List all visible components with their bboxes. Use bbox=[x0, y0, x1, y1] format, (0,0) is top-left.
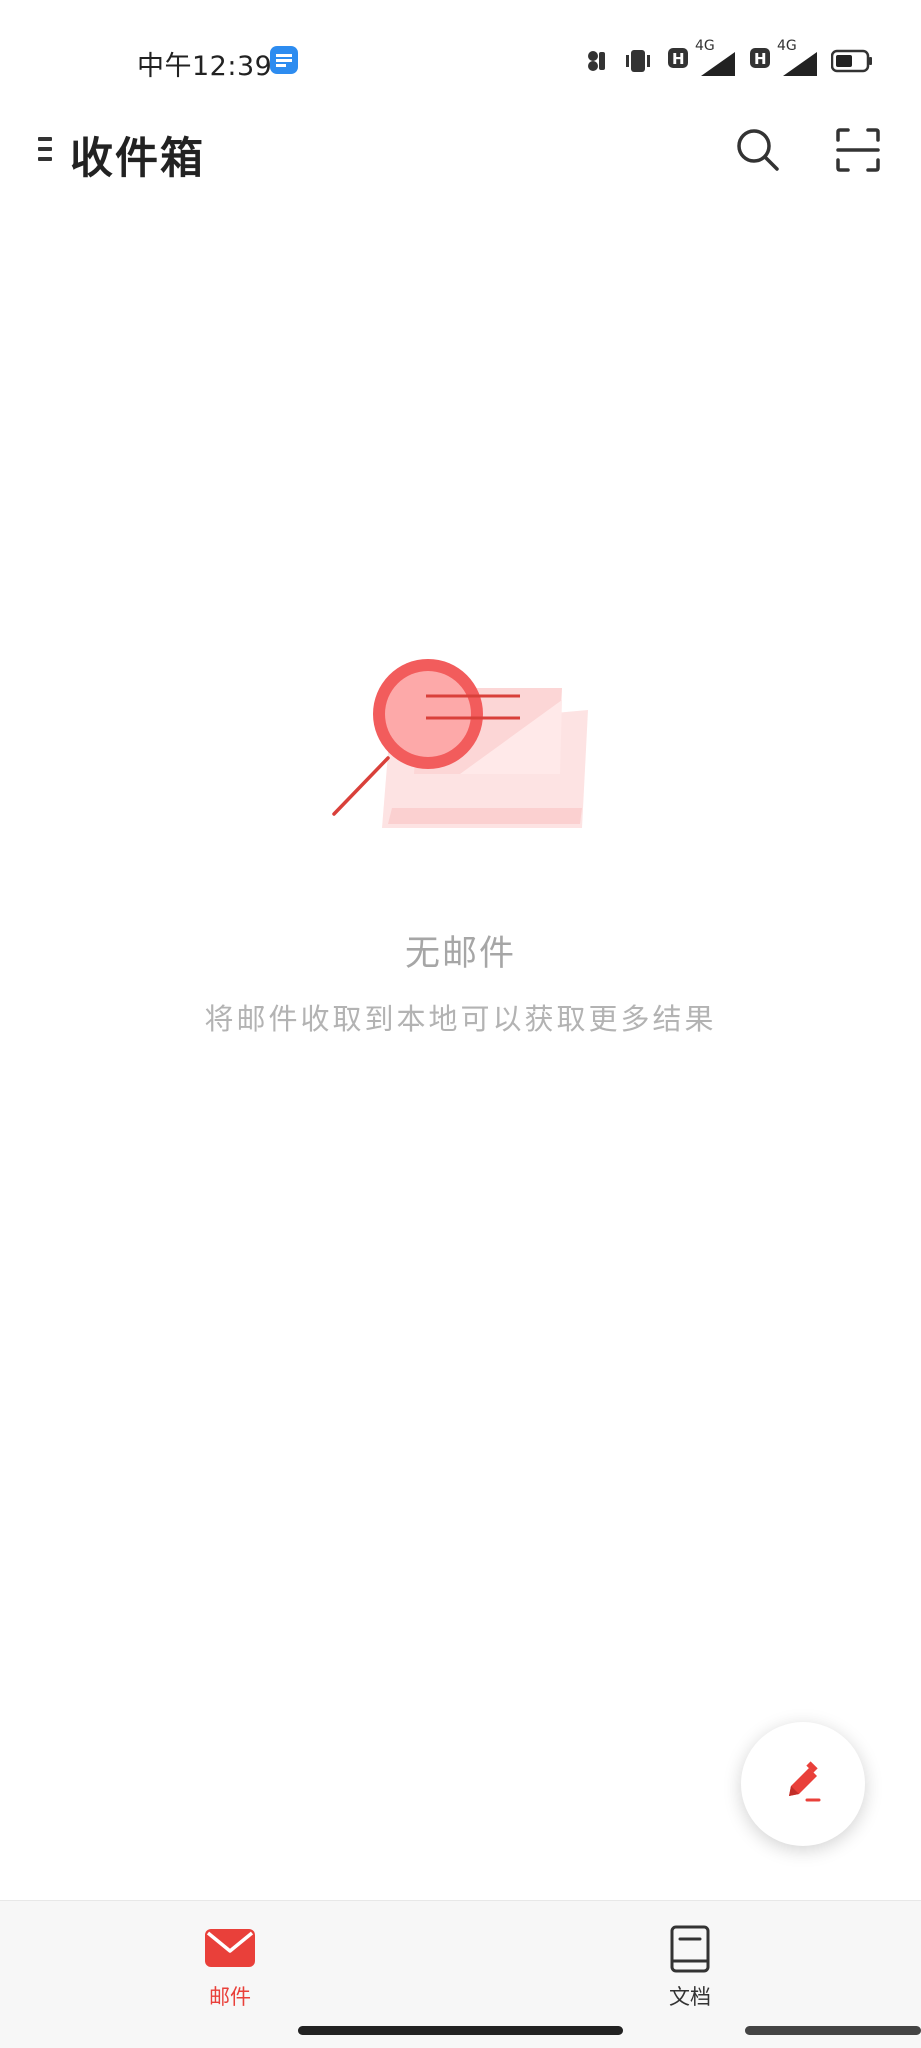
nav-tab-docs-label: 文档 bbox=[669, 1985, 711, 2009]
pencil-icon bbox=[779, 1758, 827, 1810]
svg-text:H: H bbox=[672, 50, 685, 68]
status-bar: 中午12:39 H 4G H 4G bbox=[0, 0, 921, 120]
empty-mailbox-illustration bbox=[330, 648, 590, 834]
document-icon bbox=[670, 1925, 710, 1977]
svg-text:H: H bbox=[754, 50, 767, 68]
signal-1-icon: H 4G bbox=[667, 38, 735, 76]
scan-icon[interactable] bbox=[834, 126, 882, 174]
status-time: 中午12:39 bbox=[137, 51, 273, 82]
nav-tab-docs[interactable]: 文档 bbox=[640, 1923, 740, 2009]
menu-icon[interactable] bbox=[38, 134, 58, 164]
page-title[interactable]: 收件箱 bbox=[70, 124, 205, 186]
nav-tab-mail[interactable]: 邮件 bbox=[180, 1923, 280, 2009]
gesture-edge-indicator bbox=[745, 2026, 921, 2035]
signal-2-icon: H 4G bbox=[749, 38, 817, 76]
compose-button[interactable] bbox=[741, 1722, 865, 1846]
status-indicators: H 4G H 4G bbox=[585, 38, 873, 78]
home-indicator[interactable] bbox=[298, 2026, 623, 2035]
search-icon[interactable] bbox=[734, 126, 782, 174]
bluetooth-icon bbox=[585, 46, 609, 76]
notification-app-icon bbox=[270, 46, 298, 74]
battery-icon bbox=[831, 49, 873, 73]
empty-state-hint: 将邮件收取到本地可以获取更多结果 bbox=[204, 1002, 717, 1036]
app-header: 收件箱 bbox=[0, 120, 921, 260]
empty-state-title: 无邮件 bbox=[404, 934, 516, 974]
nav-tab-mail-label: 邮件 bbox=[209, 1985, 251, 2009]
envelope-icon bbox=[205, 1929, 255, 1971]
vibrate-icon bbox=[623, 46, 653, 76]
